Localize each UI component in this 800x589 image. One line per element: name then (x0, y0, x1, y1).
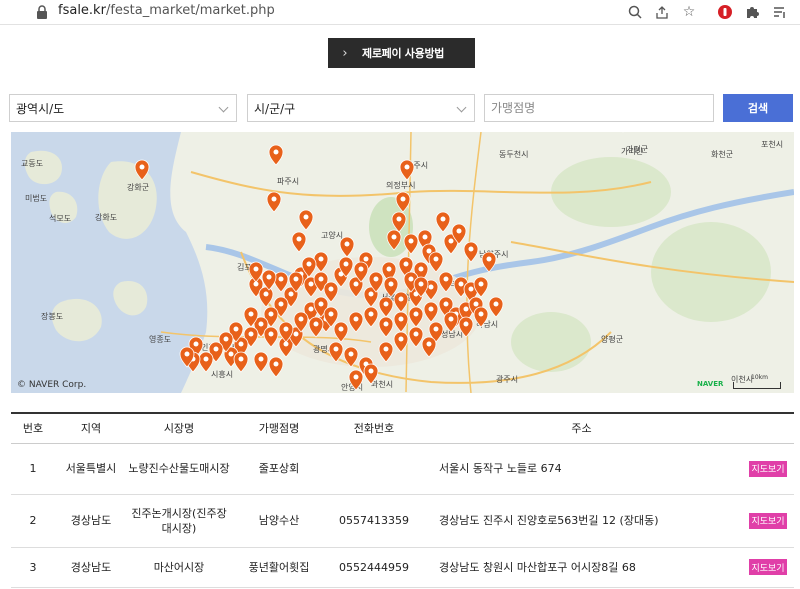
store-marker[interactable] (268, 356, 284, 378)
cell-address: 경상남도 창원시 마산합포구 어시장8길 68 (421, 547, 742, 588)
header-no: 번호 (11, 412, 55, 444)
extension-stop-icon[interactable] (716, 3, 734, 21)
region-select[interactable]: 광역시/도 (9, 94, 237, 122)
share-icon[interactable] (653, 3, 671, 21)
chevron-down-icon (218, 102, 229, 113)
store-marker[interactable] (435, 211, 451, 233)
view-map-button[interactable]: 지도보기 (749, 559, 787, 575)
map-place-label: 석모도 (49, 213, 71, 223)
map-place-label: 화천군 (711, 149, 733, 159)
header-region: 지역 (55, 412, 127, 444)
cell-store: 풍년활어횟집 (231, 547, 327, 588)
table-row: 3 경상남도 마산어시장 풍년활어횟집 0552444959 경상남도 창원시 … (11, 547, 794, 588)
map-place-label: 고양시 (321, 231, 343, 240)
store-marker[interactable] (298, 209, 314, 231)
cell-action: 지도보기 (742, 547, 794, 588)
bookmark-star-icon[interactable]: ☆ (680, 3, 698, 21)
search-button[interactable]: 검색 (723, 94, 793, 122)
cell-market: 마산어시장 (127, 547, 231, 588)
cell-action: 지도보기 (742, 443, 794, 495)
store-marker[interactable] (268, 144, 284, 166)
naver-logo: NAVER (697, 380, 724, 388)
map-place-label: 포천시 (761, 139, 783, 149)
cell-market: 진주논개시장(진주장대시장) (127, 494, 231, 548)
map-place-label: 동두천시 (499, 149, 528, 159)
store-marker[interactable] (488, 296, 504, 318)
store-marker[interactable] (463, 241, 479, 263)
zoom-icon[interactable] (626, 3, 644, 21)
map-place-label: 파주시 (277, 177, 299, 186)
extensions-puzzle-icon[interactable] (744, 3, 762, 21)
map-place-label: 광주시 (496, 374, 518, 384)
header-action (742, 412, 794, 444)
store-marker[interactable] (291, 231, 307, 253)
store-marker[interactable] (403, 233, 419, 255)
map-place-label: 양평군 (601, 334, 623, 344)
table-header-row: 번호 지역 시장명 가맹점명 전화번호 주소 (11, 412, 794, 444)
cell-store: 줄포상회 (231, 443, 327, 495)
map-place-label: 가리산 (621, 146, 644, 156)
city-select[interactable]: 시/군/구 (247, 94, 475, 122)
map-place-label: 과천시 (371, 379, 393, 389)
browser-toolbar: fsale.kr/festa_market/market.php ☆ (0, 0, 800, 25)
view-map-button[interactable]: 지도보기 (749, 460, 787, 477)
store-table: 번호 지역 시장명 가맹점명 전화번호 주소 1 서울특별시 노량진수산물도매시… (11, 412, 794, 588)
store-map[interactable]: 양주시의정부시파주시강화군교동도미법도석모도강화도김포시서울특별시남양주시인천광… (11, 132, 794, 393)
store-marker[interactable] (399, 159, 415, 181)
map-place-label: 영종도 (149, 334, 171, 344)
view-map-button[interactable]: 지도보기 (749, 512, 787, 529)
store-marker[interactable] (263, 326, 279, 348)
reading-list-icon[interactable] (771, 3, 789, 21)
header-phone: 전화번호 (327, 412, 421, 444)
map-place-label: 강화군 (127, 182, 149, 192)
map-place-label: 시흥시 (211, 369, 233, 379)
cell-no: 3 (11, 547, 55, 588)
cell-store: 남양수산 (231, 494, 327, 548)
chevron-right-icon: › (342, 45, 348, 61)
header-address: 주소 (421, 412, 742, 444)
address-bar[interactable]: fsale.kr/festa_market/market.php (58, 2, 275, 20)
store-marker[interactable] (253, 351, 269, 373)
store-marker[interactable] (339, 236, 355, 258)
cell-action: 지도보기 (742, 494, 794, 548)
map-place-label: 강화도 (95, 212, 117, 222)
cell-region: 서울특별시 (55, 443, 127, 495)
cell-address: 경상남도 진주시 진양호로563번길 12 (장대동) (421, 494, 742, 548)
header-store: 가맹점명 (231, 412, 327, 444)
cell-region: 경상남도 (55, 494, 127, 548)
map-place-label: 의정부시 (386, 180, 415, 190)
store-marker[interactable] (198, 351, 214, 373)
table-row: 1 서울특별시 노량진수산물도매시장 줄포상회 서울시 동작구 노들로 674 … (11, 443, 794, 495)
header-market: 시장명 (127, 412, 231, 444)
cell-region: 경상남도 (55, 547, 127, 588)
zeropay-guide-button[interactable]: › 제로페이 사용방법 (328, 38, 475, 68)
cell-no: 2 (11, 494, 55, 548)
map-copyright: © NAVER Corp. (17, 380, 87, 390)
chevron-down-icon (456, 102, 467, 113)
cell-address: 서울시 동작구 노들로 674 (421, 443, 742, 495)
lock-icon (37, 5, 47, 19)
map-canvas[interactable]: 양주시의정부시파주시강화군교동도미법도석모도강화도김포시서울특별시남양주시인천광… (11, 132, 794, 393)
store-name-input[interactable] (484, 94, 714, 122)
cell-phone: 0552444959 (327, 547, 421, 588)
cell-no: 1 (11, 443, 55, 495)
cell-market: 노량진수산물도매시장 (127, 443, 231, 495)
map-scale-bar: 10km (733, 374, 781, 389)
map-place-label: 교동도 (21, 159, 43, 168)
store-marker[interactable] (233, 351, 249, 373)
cell-phone: 0557413359 (327, 494, 421, 548)
map-place-label: 장봉도 (41, 311, 63, 321)
store-marker[interactable] (266, 191, 282, 213)
cell-phone (327, 443, 421, 495)
map-place-label: 미법도 (25, 193, 47, 203)
table-row: 2 경상남도 진주논개시장(진주장대시장) 남양수산 0557413359 경상… (11, 494, 794, 548)
